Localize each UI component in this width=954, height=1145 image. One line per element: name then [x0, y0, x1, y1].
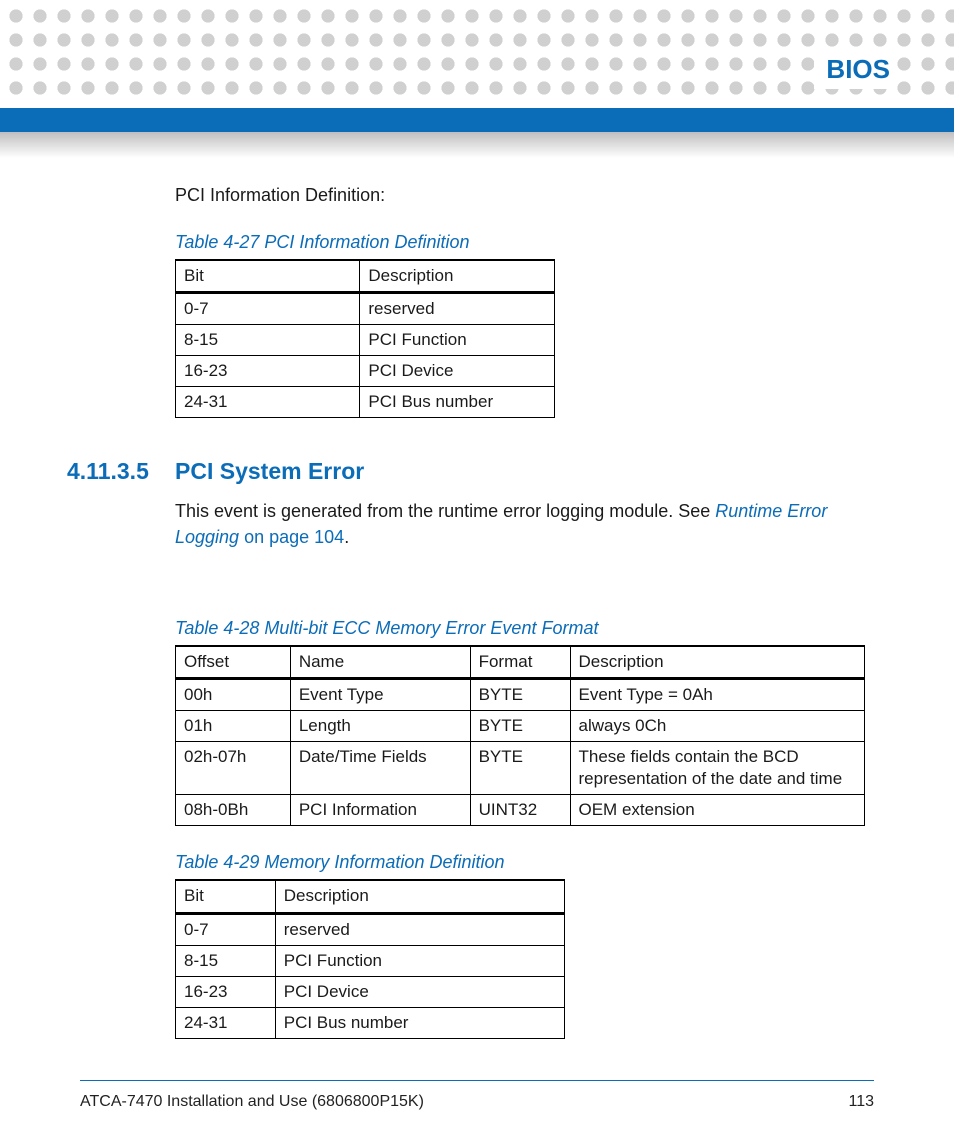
section-heading: 4.11.3.5 PCI System Error: [175, 458, 859, 485]
table-header-cell: Bit: [176, 260, 360, 293]
table-cell: Date/Time Fields: [290, 742, 470, 795]
table-cell: 16-23: [176, 356, 360, 387]
table-header-cell: Description: [570, 646, 865, 679]
table-row: 24-31PCI Bus number: [176, 1007, 565, 1038]
table-cell: PCI Function: [360, 325, 555, 356]
page-header-title: BIOS: [814, 48, 894, 89]
table-row: 16-23PCI Device: [176, 976, 565, 1007]
table-cell: Event Type = 0Ah: [570, 678, 865, 710]
table-cell: Event Type: [290, 678, 470, 710]
table-cell: OEM extension: [570, 795, 865, 826]
table-cell: 01h: [176, 711, 291, 742]
footer-doc-title: ATCA-7470 Installation and Use (6806800P…: [80, 1093, 424, 1111]
table-row: Offset Name Format Description: [176, 646, 865, 679]
table-cell: always 0Ch: [570, 711, 865, 742]
intro-paragraph: PCI Information Definition:: [175, 185, 859, 206]
table-header-cell: Name: [290, 646, 470, 679]
table-cell: reserved: [360, 293, 555, 325]
link-tail[interactable]: on page 104: [239, 527, 344, 547]
table-cell: PCI Device: [275, 976, 564, 1007]
table-cell: PCI Bus number: [360, 387, 555, 418]
table-cell: UINT32: [470, 795, 570, 826]
table-27-caption: Table 4-27 PCI Information Definition: [175, 232, 859, 253]
table-row: 02h-07hDate/Time FieldsBYTEThese fields …: [176, 742, 865, 795]
header-blue-bar: [0, 108, 954, 132]
table-row: 8-15PCI Function: [176, 945, 565, 976]
table-row: 08h-0BhPCI InformationUINT32OEM extensio…: [176, 795, 865, 826]
section-title: PCI System Error: [175, 458, 364, 485]
table-28-caption: Table 4-28 Multi-bit ECC Memory Error Ev…: [175, 618, 859, 639]
table-cell: 02h-07h: [176, 742, 291, 795]
page-footer: ATCA-7470 Installation and Use (6806800P…: [80, 1080, 874, 1111]
table-cell: BYTE: [470, 711, 570, 742]
table-cell: 8-15: [176, 325, 360, 356]
table-cell: 24-31: [176, 387, 360, 418]
table-cell: PCI Bus number: [275, 1007, 564, 1038]
table-cell: reserved: [275, 913, 564, 945]
table-header-cell: Bit: [176, 880, 276, 913]
table-cell: 08h-0Bh: [176, 795, 291, 826]
table-29-caption: Table 4-29 Memory Information Definition: [175, 852, 859, 873]
table-cell: PCI Function: [275, 945, 564, 976]
table-row: 0-7reserved: [176, 293, 555, 325]
footer-page-number: 113: [848, 1093, 874, 1111]
table-row: Bit Description: [176, 260, 555, 293]
table-header-cell: Format: [470, 646, 570, 679]
para-period: .: [344, 527, 349, 547]
table-cell: PCI Device: [360, 356, 555, 387]
section-number: 4.11.3.5: [67, 458, 175, 485]
table-cell: Length: [290, 711, 470, 742]
section-paragraph: This event is generated from the runtime…: [175, 499, 859, 549]
table-row: 24-31PCI Bus number: [176, 387, 555, 418]
table-28: Offset Name Format Description 00hEvent …: [175, 645, 865, 827]
table-row: 00hEvent TypeBYTEEvent Type = 0Ah: [176, 678, 865, 710]
table-29: Bit Description 0-7reserved 8-15PCI Func…: [175, 879, 565, 1038]
table-header-cell: Offset: [176, 646, 291, 679]
table-cell: BYTE: [470, 742, 570, 795]
table-cell: 16-23: [176, 976, 276, 1007]
header-shadow: [0, 132, 954, 158]
table-row: 16-23PCI Device: [176, 356, 555, 387]
table-cell: BYTE: [470, 678, 570, 710]
table-row: 8-15PCI Function: [176, 325, 555, 356]
header-dot-pattern: [0, 0, 954, 100]
table-row: Bit Description: [176, 880, 565, 913]
table-header-cell: Description: [360, 260, 555, 293]
table-cell: 00h: [176, 678, 291, 710]
table-27: Bit Description 0-7reserved 8-15PCI Func…: [175, 259, 555, 418]
page-content: PCI Information Definition: Table 4-27 P…: [175, 185, 859, 1039]
table-header-cell: Description: [275, 880, 564, 913]
para-text: This event is generated from the runtime…: [175, 501, 715, 521]
table-cell: 8-15: [176, 945, 276, 976]
table-cell: These fields contain the BCD representat…: [570, 742, 865, 795]
table-row: 0-7reserved: [176, 913, 565, 945]
table-cell: 0-7: [176, 913, 276, 945]
table-cell: 24-31: [176, 1007, 276, 1038]
table-cell: PCI Information: [290, 795, 470, 826]
table-cell: 0-7: [176, 293, 360, 325]
table-row: 01hLengthBYTEalways 0Ch: [176, 711, 865, 742]
